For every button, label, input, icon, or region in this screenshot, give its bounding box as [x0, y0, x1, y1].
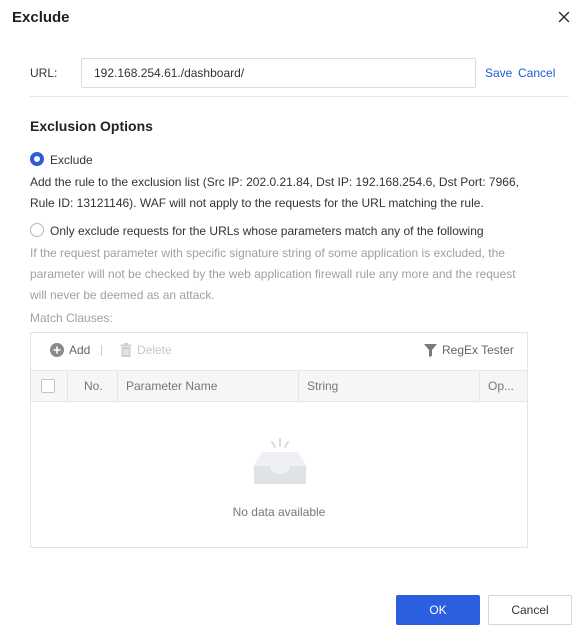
filter-icon: [424, 343, 437, 357]
partial-exclude-option-description: If the request parameter with specific s…: [30, 246, 516, 302]
ok-button[interactable]: OK: [396, 595, 480, 625]
close-icon[interactable]: [556, 9, 572, 25]
column-header-parameter-name[interactable]: Parameter Name: [117, 371, 298, 401]
exclude-option-label[interactable]: Exclude: [50, 153, 93, 167]
select-all-cell: [31, 371, 67, 401]
match-clauses-label: Match Clauses:: [30, 311, 113, 325]
match-clauses-table: Add Delete RegEx Tester No. Parameter Na…: [30, 332, 528, 548]
divider: [30, 96, 569, 97]
column-header-string[interactable]: String: [298, 371, 479, 401]
section-title: Exclusion Options: [30, 118, 153, 134]
delete-button[interactable]: Delete: [120, 343, 172, 357]
regex-tester-label: RegEx Tester: [442, 343, 514, 357]
toolbar-separator: [101, 345, 102, 356]
empty-state-text: No data available: [232, 505, 326, 519]
cancel-button[interactable]: Cancel: [488, 595, 572, 625]
dialog-title: Exclude: [12, 9, 70, 26]
delete-label: Delete: [137, 343, 172, 357]
cancel-link[interactable]: Cancel: [518, 66, 555, 80]
table-header: No. Parameter Name String Op...: [31, 370, 527, 402]
column-header-operation[interactable]: Op...: [479, 371, 527, 401]
add-label: Add: [69, 343, 91, 357]
url-input[interactable]: [81, 58, 476, 88]
add-button[interactable]: Add: [50, 343, 90, 357]
partial-exclude-option-label[interactable]: Only exclude requests for the URLs whose…: [50, 224, 484, 238]
plus-circle-icon: [50, 343, 64, 357]
empty-inbox-icon: [254, 438, 306, 484]
partial-exclude-radio[interactable]: [30, 223, 44, 237]
exclude-option-description: Add the rule to the exclusion list (Src …: [30, 175, 519, 210]
regex-tester-button[interactable]: RegEx Tester: [424, 343, 514, 357]
url-label: URL:: [30, 66, 58, 80]
save-link[interactable]: Save: [485, 66, 512, 80]
column-header-no[interactable]: No.: [67, 371, 117, 401]
select-all-checkbox[interactable]: [41, 379, 55, 393]
exclude-radio[interactable]: [30, 152, 44, 166]
table-toolbar: Add Delete RegEx Tester: [31, 333, 527, 370]
trash-icon: [120, 343, 132, 357]
